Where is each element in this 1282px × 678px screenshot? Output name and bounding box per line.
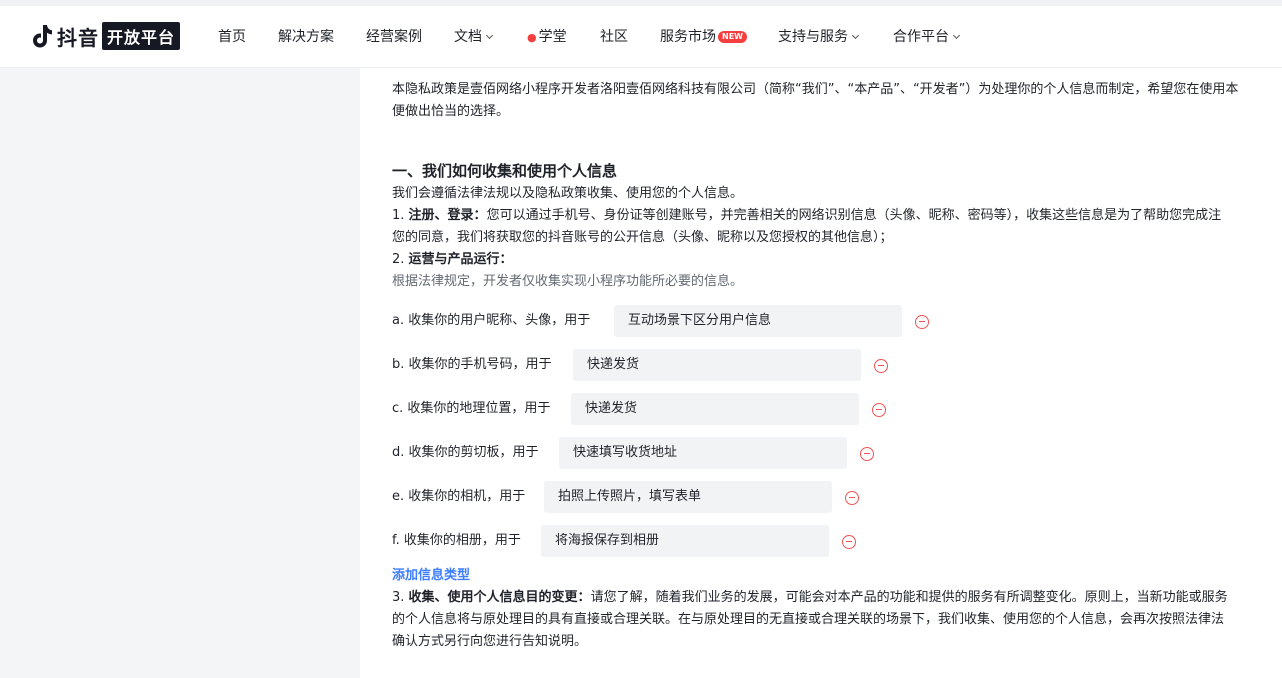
item-1-bold: 注册、登录： (408, 208, 487, 223)
remove-circle-icon[interactable] (872, 403, 886, 417)
nav-academy[interactable]: ● 学堂 (527, 27, 567, 48)
purpose-field[interactable]: 拍照上传照片，填写表单 (544, 481, 832, 513)
nav-academy-label: 学堂 (538, 29, 567, 45)
fire-icon: ● (527, 31, 537, 44)
item-2-prefix: 2. (392, 252, 409, 267)
new-badge: NEW (718, 31, 747, 43)
douyin-note-icon (33, 25, 52, 48)
info-row-label: a. 收集你的用户昵称、头像，用于 (392, 313, 591, 328)
nav-solutions[interactable]: 解决方案 (278, 27, 334, 47)
info-row-label: d. 收集你的剪切板，用于 (392, 445, 539, 460)
info-row-label: e. 收集你的相机，用于 (392, 489, 526, 504)
logo-badge: 开放平台 (102, 22, 181, 50)
purpose-field[interactable]: 互动场景下区分用户信息 (614, 305, 902, 337)
logo-text: 抖音 (57, 25, 99, 50)
nav-support[interactable]: 支持与服务 (778, 27, 860, 47)
info-row-label: f. 收集你的相册，用于 (392, 533, 521, 548)
nav-support-label: 支持与服务 (778, 29, 848, 45)
top-navigation-bar: 抖音 开放平台 首页 解决方案 经营案例 文档 ● 学堂 社区 服务市场 NEW 支… (0, 0, 1282, 68)
chevron-down-icon (952, 31, 961, 40)
nav-market-label: 服务市场 (660, 29, 716, 45)
remove-circle-icon[interactable] (845, 491, 859, 505)
item-3-continued-2: 确认方式另行向您进行告知说明。 (392, 634, 588, 649)
intro-line-2: 便做出恰当的选择。 (392, 104, 510, 119)
item-3-text: 请您了解，随着我们业务的发展，可能会对本产品的功能和提供的服务有所调整变化。原则… (590, 590, 1228, 605)
item-1-text: 您可以通过手机号、身份证等创建账号，并完善相关的网络识别信息（头像、昵称、密码等… (486, 208, 1222, 223)
item-3-bold: 收集、使用个人信息目的变更： (408, 590, 591, 605)
nav-docs-label: 文档 (454, 29, 482, 45)
add-info-type-link[interactable]: 添加信息类型 (392, 566, 470, 586)
remove-circle-icon[interactable] (842, 535, 856, 549)
section-intro: 我们会遵循法律法规以及隐私政策收集、使用您的个人信息。 (392, 186, 744, 201)
chevron-down-icon (851, 31, 860, 40)
item-3-prefix: 3. (392, 590, 409, 605)
item-1-continued: 您的同意，我们将获取您的抖音账号的公开信息（头像、昵称以及您授权的其他信息）； (392, 230, 893, 245)
purpose-field[interactable]: 将海报保存到相册 (541, 525, 829, 557)
nav-home[interactable]: 首页 (218, 27, 246, 47)
intro-line-1: 本隐私政策是壹佰网络小程序开发者洛阳壹佰网络科技有限公司（简称“我们”、“本产品… (392, 82, 1239, 97)
item-2-bold: 运营与产品运行： (408, 252, 513, 267)
item-2: 2. 运营与产品运行： (392, 249, 513, 271)
nav-cases[interactable]: 经营案例 (366, 27, 422, 47)
item-3-continued-1: 的个人信息将与原处理目的具有直接或合理关联。在与原处理目的无直接或合理关联的场景… (392, 612, 1225, 627)
item-3: 3. 收集、使用个人信息目的变更：请您了解，随着我们业务的发展，可能会对本产品的… (392, 587, 1228, 609)
section-title: 一、我们如何收集和使用个人信息 (392, 162, 618, 180)
item-1: 1. 注册、登录：您可以通过手机号、身份证等创建账号，并完善相关的网络识别信息（… (392, 205, 1221, 227)
item-1-prefix: 1. (392, 208, 409, 223)
nav-partner[interactable]: 合作平台 (893, 27, 961, 47)
info-row-label: b. 收集你的手机号码，用于 (392, 357, 552, 372)
purpose-field[interactable]: 快递发货 (573, 349, 861, 381)
purpose-field[interactable]: 快递发货 (571, 393, 859, 425)
nav-docs[interactable]: 文档 (454, 27, 494, 47)
privacy-policy-content: 本隐私政策是壹佰网络小程序开发者洛阳壹佰网络科技有限公司（简称“我们”、“本产品… (360, 68, 1282, 678)
chevron-down-icon (485, 31, 494, 40)
nav-partner-label: 合作平台 (893, 29, 949, 45)
douyin-open-platform-logo[interactable]: 抖音 开放平台 (30, 21, 181, 51)
nav-community[interactable]: 社区 (600, 27, 628, 47)
remove-circle-icon[interactable] (860, 447, 874, 461)
info-row-label: c. 收集你的地理位置，用于 (392, 401, 551, 416)
left-sidebar (0, 68, 360, 678)
remove-circle-icon[interactable] (915, 315, 929, 329)
remove-circle-icon[interactable] (874, 359, 888, 373)
nav-service-market[interactable]: 服务市场 NEW (660, 27, 747, 47)
purpose-field[interactable]: 快速填写收货地址 (559, 437, 847, 469)
item-2-note: 根据法律规定，开发者仅收集实现小程序功能所必要的信息。 (392, 274, 744, 289)
